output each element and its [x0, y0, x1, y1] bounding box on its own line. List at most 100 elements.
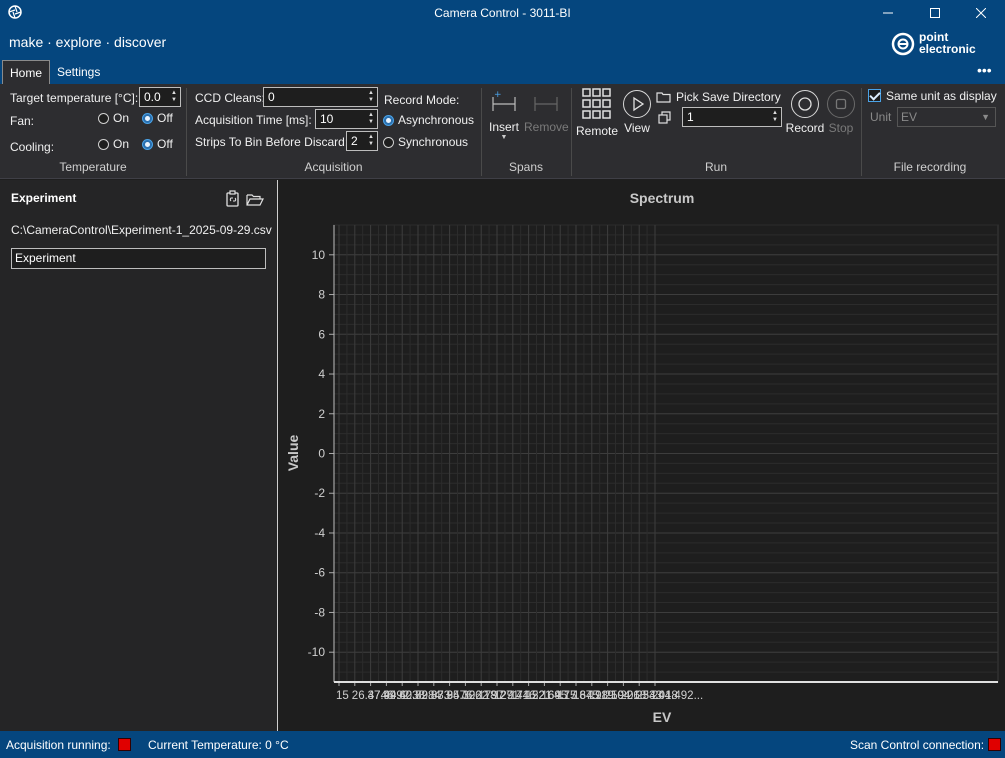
fan-on-radio[interactable]: On [98, 111, 129, 125]
remote-grid-icon [582, 88, 611, 119]
fan-off-radio[interactable]: Off [142, 111, 173, 125]
spinner-arrows-icon[interactable]: ▲ ▼ [170, 88, 178, 106]
x-axis-ticks: 15 26.474637.949249.423860.898472.37383.8… [334, 681, 998, 702]
slogan: make · explore · discover [9, 34, 167, 50]
radio-unchecked-icon [383, 136, 394, 148]
record-count-input[interactable]: 1 ▲ ▼ [682, 107, 782, 127]
y-tick-label: -2 [314, 486, 325, 500]
y-tick-label: 4 [318, 367, 325, 381]
strips-to-bin-label: Strips To Bin Before Discard: [195, 135, 349, 149]
y-tick-label: -10 [308, 645, 326, 659]
dropdown-arrow-icon: ▼ [500, 134, 508, 141]
same-unit-checkbox[interactable] [868, 89, 881, 102]
temperature-group-label: Temperature [59, 160, 127, 174]
remote-button[interactable]: Remote [576, 87, 618, 138]
tab-settings[interactable]: Settings [50, 60, 107, 84]
fan-label: Fan: [10, 114, 35, 128]
record-button[interactable]: Record [785, 90, 825, 135]
view-button[interactable]: View [621, 90, 653, 135]
brand-bar: make · explore · discover point electron… [0, 26, 1005, 58]
synchronous-radio[interactable]: Synchronous [383, 135, 468, 149]
close-icon [976, 8, 986, 18]
spinner-arrows-icon[interactable]: ▲ ▼ [771, 108, 779, 126]
y-tick-label: -6 [314, 566, 325, 580]
cooling-label: Cooling: [10, 140, 55, 154]
spinner-arrows-icon[interactable]: ▲ ▼ [367, 132, 375, 150]
target-temperature-input[interactable]: 0.0 ▲ ▼ [139, 87, 181, 107]
view-label: View [624, 121, 650, 135]
remote-label: Remote [576, 124, 619, 138]
clipboard-link-icon[interactable] [225, 190, 241, 208]
open-folder-icon[interactable] [246, 193, 264, 207]
ribbon: Target temperature [°C]: 0.0 ▲ ▼ Fan: On … [0, 84, 1005, 179]
remove-span-label: Remove [524, 120, 569, 134]
folder-icon [656, 92, 671, 103]
asynchronous-label: Asynchronous [398, 113, 475, 127]
radio-checked-icon [142, 138, 153, 150]
scan-control-connection-indicator [988, 738, 1001, 751]
y-tick-label: 8 [318, 288, 325, 302]
acquisition-time-value: 10 [320, 112, 334, 126]
experiment-title: Experiment [11, 191, 77, 205]
y-tick-label: 2 [318, 407, 325, 421]
radio-checked-icon [383, 114, 394, 126]
more-options-icon[interactable]: ••• [977, 62, 992, 78]
remove-span-button[interactable]: Remove [524, 89, 569, 134]
insert-span-icon: + [492, 90, 516, 111]
same-unit-label: Same unit as display [886, 89, 997, 103]
ccd-cleans-value: 0 [268, 90, 275, 104]
copy-icon[interactable] [658, 111, 672, 125]
pick-save-directory-button[interactable]: Pick Save Directory [656, 90, 781, 104]
unit-dropdown[interactable]: EV ▼ [897, 107, 996, 127]
experiment-name-input[interactable]: Experiment [11, 248, 266, 269]
logo-icon [891, 32, 915, 56]
close-button[interactable] [958, 0, 1004, 26]
current-temperature-label: Current Temperature: 0 °C [148, 738, 289, 752]
y-tick-label: -8 [314, 605, 325, 619]
cooling-off-radio[interactable]: Off [142, 137, 173, 151]
strips-to-bin-value: 2 [351, 134, 358, 148]
minimize-button[interactable] [865, 0, 911, 26]
play-icon [623, 90, 651, 118]
stop-button[interactable]: Stop [825, 90, 857, 135]
radio-unchecked-icon [98, 112, 109, 124]
record-icon [791, 90, 819, 118]
experiment-panel: Experiment C:\CameraControl\Experiment-1… [0, 180, 278, 731]
x-axis-label: EV [653, 709, 672, 725]
spectrum-chart: Spectrum Value EV 10 8 6 4 2 0 -2 -4 -6 -8 -10 15 2… [279, 180, 1005, 731]
acquisition-running-indicator [118, 738, 131, 751]
spans-group-label: Spans [508, 160, 544, 174]
maximize-button[interactable] [912, 0, 958, 26]
ccd-cleans-input[interactable]: 0 ▲ ▼ [263, 87, 378, 107]
spinner-arrows-icon[interactable]: ▲ ▼ [367, 88, 375, 106]
file-recording-group-label: File recording [893, 160, 967, 174]
cooling-on-label: On [113, 137, 130, 151]
asynchronous-radio[interactable]: Asynchronous [383, 113, 474, 127]
target-temperature-value: 0.0 [144, 90, 161, 104]
maximize-icon [930, 8, 940, 18]
fan-on-label: On [113, 111, 130, 125]
title-bar: Camera Control - 3011-BI [0, 0, 1005, 26]
record-mode-label: Record Mode: [384, 93, 460, 107]
insert-span-button[interactable]: + Insert ▼ [486, 89, 522, 141]
spinner-arrows-icon[interactable]: ▲ ▼ [367, 110, 375, 128]
y-axis-label: Value [285, 435, 301, 472]
target-temperature-label: Target temperature [°C]: [10, 91, 139, 105]
acquisition-time-label: Acquisition Time [ms]: [195, 113, 312, 127]
tab-home[interactable]: Home [2, 60, 51, 84]
unit-label: Unit [870, 110, 892, 124]
logo-line-2: electronic [919, 42, 976, 56]
acquisition-time-input[interactable]: 10 ▲ ▼ [315, 109, 378, 129]
y-tick-label: -4 [314, 526, 325, 540]
status-bar: Acquisition running: Current Temperature… [0, 731, 1005, 758]
chart-svg: Spectrum Value EV 1086420-2-4-6-8-10 15 2… [285, 190, 999, 725]
record-label: Record [785, 121, 825, 135]
remove-span-icon [534, 97, 558, 111]
pick-save-directory-label: Pick Save Directory [676, 90, 781, 104]
unit-value: EV [901, 110, 918, 124]
chart-title: Spectrum [630, 190, 695, 206]
cooling-on-radio[interactable]: On [98, 137, 129, 151]
run-group-label: Run [704, 160, 727, 174]
radio-unchecked-icon [98, 138, 109, 150]
strips-to-bin-input[interactable]: 2 ▲ ▼ [346, 131, 378, 151]
